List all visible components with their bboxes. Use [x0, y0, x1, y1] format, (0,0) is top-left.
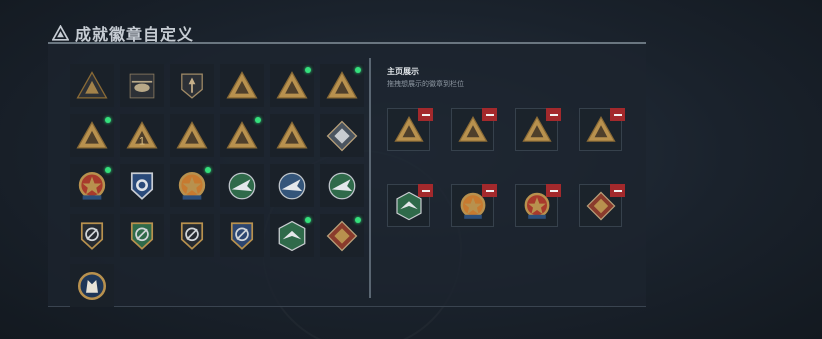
showcase-slot[interactable]: [579, 108, 625, 151]
new-indicator-dot: [355, 217, 361, 223]
badge-cell[interactable]: [220, 114, 264, 157]
page-header: 成就徽章自定义: [52, 22, 194, 44]
badge-customization-panel: 1 主页展示 拖拽想展示的徽章到栏位: [48, 42, 646, 307]
badge-cell[interactable]: [270, 64, 314, 107]
badge-cell[interactable]: [270, 164, 314, 207]
showcase-slot[interactable]: [515, 108, 561, 151]
new-indicator-dot: [205, 167, 211, 173]
new-indicator-dot: [305, 67, 311, 73]
badge-cell[interactable]: [120, 164, 164, 207]
shield-wings-badge-icon: [230, 221, 254, 250]
remove-badge-button[interactable]: [546, 108, 561, 121]
new-indicator-dot: [305, 217, 311, 223]
showcase-slot[interactable]: [579, 184, 625, 227]
badge-cell[interactable]: [220, 214, 264, 257]
badge-cell[interactable]: [70, 264, 114, 307]
medal-star-badge-icon: [78, 171, 106, 200]
remove-badge-button[interactable]: [418, 184, 433, 197]
triangle-fire-badge-icon: [226, 70, 258, 99]
remove-badge-button[interactable]: [482, 184, 497, 197]
remove-badge-button[interactable]: [546, 184, 561, 197]
shield-outline-badge-icon: [80, 221, 104, 250]
triangle-helmet-badge-icon: [326, 70, 358, 99]
svg-text:1: 1: [139, 135, 145, 147]
shield-arrow-badge-icon: [181, 72, 203, 99]
badge-cell[interactable]: [70, 114, 114, 157]
blue-jet-badge-icon: [278, 172, 306, 199]
remove-badge-button[interactable]: [482, 108, 497, 121]
shield-dark-badge-icon: [180, 221, 204, 250]
panel-divider: [369, 58, 371, 298]
showcase-slot[interactable]: [387, 108, 433, 151]
badge-cell[interactable]: [270, 114, 314, 157]
diamond-red-badge-icon: [326, 220, 358, 251]
shield-blue-badge-icon: [130, 171, 154, 200]
triangle-number-one-badge-icon: 1: [126, 120, 158, 149]
badge-cell[interactable]: [120, 64, 164, 107]
badge-cell[interactable]: [220, 64, 264, 107]
new-indicator-dot: [255, 117, 261, 123]
badge-cell[interactable]: [70, 214, 114, 257]
badge-cell[interactable]: [320, 164, 364, 207]
badge-cell[interactable]: [320, 214, 364, 257]
remove-badge-button[interactable]: [610, 184, 625, 197]
badge-cell[interactable]: [170, 164, 214, 207]
badge-cell[interactable]: [70, 64, 114, 107]
badge-cell[interactable]: [220, 164, 264, 207]
round-wolf-badge-icon: [77, 271, 107, 300]
diamond-rifle-badge-icon: [326, 120, 358, 151]
badge-cell[interactable]: [320, 64, 364, 107]
badge-cell[interactable]: [170, 114, 214, 157]
triangle-gold-badge-icon: [276, 70, 308, 99]
badge-cell[interactable]: [170, 214, 214, 257]
green-plane-badge-icon: [228, 172, 256, 199]
badge-cell[interactable]: [320, 114, 364, 157]
badge-cell[interactable]: [70, 164, 114, 207]
triangle-soldier-badge-icon: [76, 120, 108, 149]
badge-cell[interactable]: 1: [120, 114, 164, 157]
new-indicator-dot: [105, 117, 111, 123]
remove-badge-button[interactable]: [418, 108, 433, 121]
badge-cell[interactable]: [120, 214, 164, 257]
badge-cell[interactable]: [270, 214, 314, 257]
showcase-slot[interactable]: [451, 184, 497, 227]
hex-green-eagle-badge-icon: [278, 220, 306, 251]
helicopter-badge-icon: [129, 73, 155, 98]
showcase-slots: [387, 108, 625, 227]
green-jet-badge-icon: [328, 172, 356, 199]
triangle-tank-badge-icon: [276, 120, 308, 149]
badge-cell[interactable]: [170, 64, 214, 107]
new-indicator-dot: [105, 167, 111, 173]
showcase-title: 主页展示: [387, 67, 419, 76]
medal-orange-badge-icon: [178, 171, 206, 200]
shield-green-badge-icon: [130, 221, 154, 250]
triangle-runner-badge-icon: [226, 120, 258, 149]
new-indicator-dot: [355, 67, 361, 73]
warning-triangle-icon: [52, 25, 69, 41]
showcase-subtitle: 拖拽想展示的徽章到栏位: [387, 81, 464, 88]
badge-collection-grid: 1: [70, 64, 368, 307]
remove-badge-button[interactable]: [610, 108, 625, 121]
triangle-bottle-badge-icon: [176, 120, 208, 149]
showcase-slot[interactable]: [451, 108, 497, 151]
triangle-dark-badge-icon: [76, 70, 108, 99]
showcase-slot[interactable]: [387, 184, 433, 227]
showcase-slot[interactable]: [515, 184, 561, 227]
